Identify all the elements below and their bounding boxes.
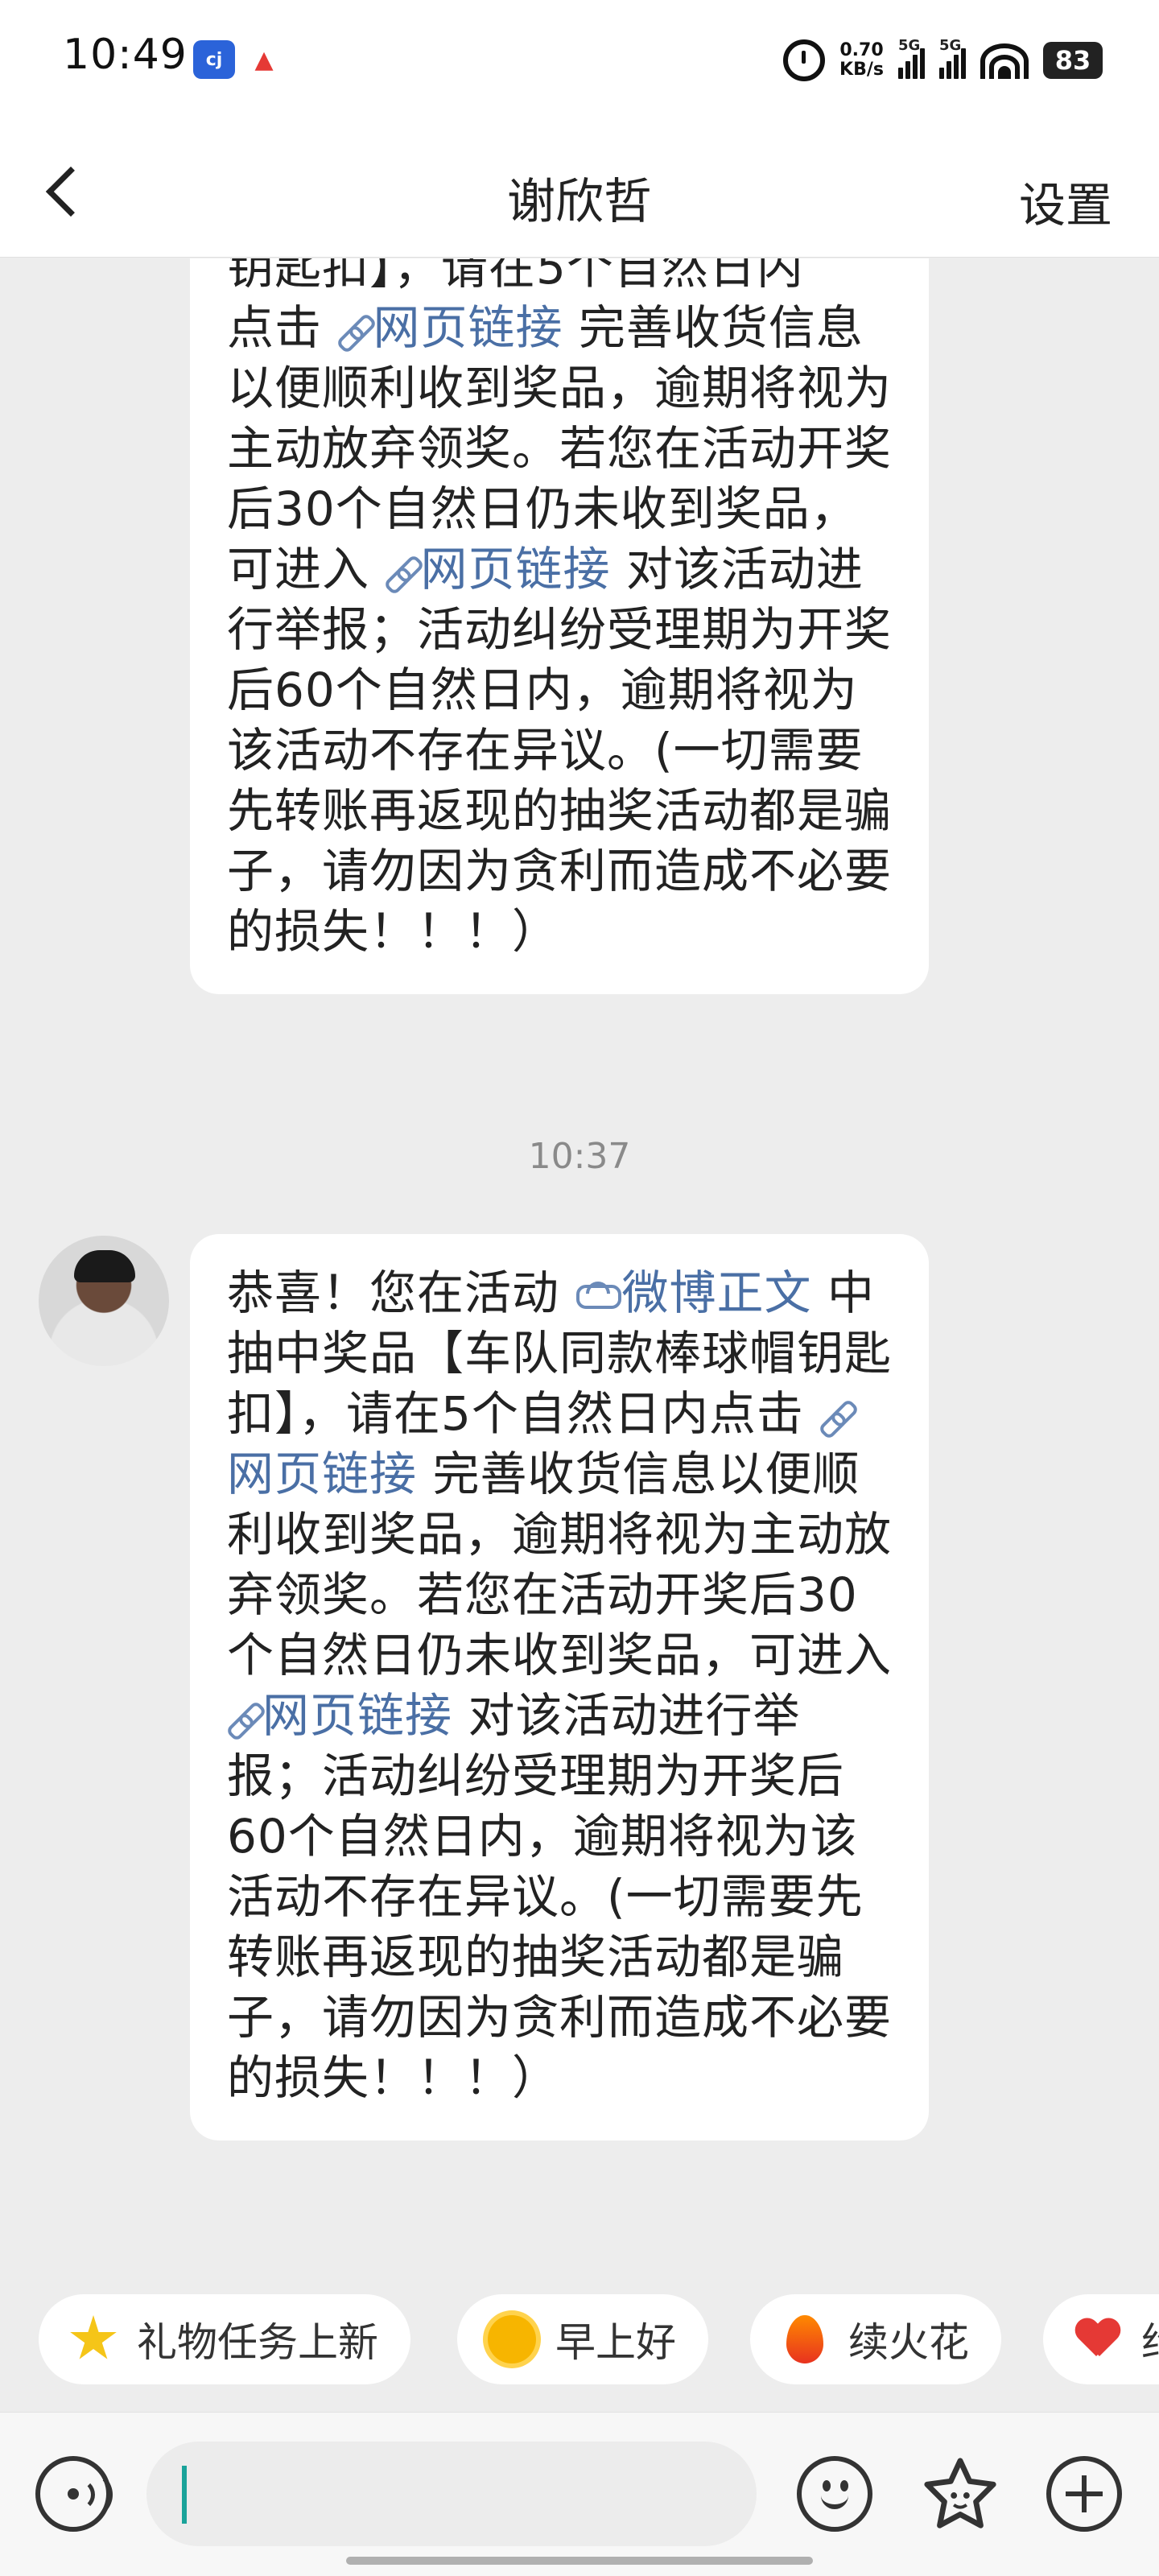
fire-icon xyxy=(779,2314,831,2365)
quick-reply-chip[interactable]: 续火花 xyxy=(750,2294,1001,2384)
voice-button[interactable] xyxy=(35,2456,113,2532)
status-bar: 10:49 cj ▲ 0.70 KB/s 5G 5G 83 xyxy=(0,0,1159,129)
app-notification-icon: ▲ xyxy=(243,40,285,79)
message-bubble[interactable]: 钥匙扣】，请在5个自然日内 点击 网页链接 完善收货信息以便顺利收到奖品，逾期将… xyxy=(190,258,929,994)
alarm-icon xyxy=(783,39,826,81)
home-indicator[interactable] xyxy=(346,2557,813,2565)
quick-reply-bar: 礼物任务上新 早上好 续火花 约 xyxy=(0,2294,1159,2388)
heart-icon xyxy=(1072,2314,1124,2365)
star-icon xyxy=(68,2314,119,2365)
wifi-icon xyxy=(980,42,1029,79)
link-icon xyxy=(385,556,417,588)
sticker-button[interactable] xyxy=(921,2454,1000,2533)
avatar[interactable] xyxy=(39,1236,169,1366)
web-link[interactable]: 网页链接 xyxy=(385,542,610,597)
weibo-post-link[interactable]: 微博正文 xyxy=(575,1265,811,1320)
chat-header: 谢欣哲 设置 xyxy=(0,129,1159,258)
message-text: 钥匙扣】，请在5个自然日内 xyxy=(227,258,804,295)
battery-icon: 83 xyxy=(1043,42,1103,79)
quick-reply-chip[interactable]: 早上好 xyxy=(457,2294,708,2384)
message-text: 点击 xyxy=(227,300,323,355)
link-icon xyxy=(819,1401,852,1433)
quick-reply-chip[interactable]: 礼物任务上新 xyxy=(39,2294,410,2384)
page-title: 谢欣哲 xyxy=(507,174,652,230)
message-list[interactable]: 钥匙扣】，请在5个自然日内 点击 网页链接 完善收货信息以便顺利收到奖品，逾期将… xyxy=(0,258,1159,2270)
cloud-icon xyxy=(575,1282,622,1311)
message-text: 恭喜！您在活动 xyxy=(227,1265,560,1320)
input-bar xyxy=(0,2412,1159,2576)
app-notification-icon: cj xyxy=(193,40,235,79)
sun-face-icon xyxy=(486,2314,538,2365)
signal-icon: 5G xyxy=(939,37,966,79)
link-icon xyxy=(337,315,369,347)
status-time: 10:49 xyxy=(63,31,188,79)
settings-button[interactable]: 设置 xyxy=(1019,167,1112,235)
quick-reply-chip[interactable]: 约 xyxy=(1043,2294,1159,2384)
link-icon xyxy=(227,1703,259,1735)
message-bubble[interactable]: 恭喜！您在活动 微博正文 中抽中奖品【车队同款棒球帽钥匙扣】，请在5个自然日内点… xyxy=(190,1234,929,2140)
voice-icon xyxy=(68,2471,113,2519)
web-link[interactable]: 网页链接 xyxy=(227,1688,452,1743)
network-speed: 0.70 KB/s xyxy=(839,40,884,80)
more-button[interactable] xyxy=(1046,2456,1122,2532)
emoji-icon xyxy=(821,2493,848,2509)
emoji-button[interactable] xyxy=(797,2456,872,2532)
message-text: 对该活动进行举报；活动纠纷受理期为开奖后60个自然日内，逾期将视为该活动不存在异… xyxy=(227,542,893,959)
message-text: 对该活动进行举报；活动纠纷受理期为开奖后60个自然日内，逾期将视为该活动不存在异… xyxy=(227,1688,893,2105)
web-link[interactable]: 网页链接 xyxy=(337,300,563,355)
text-cursor xyxy=(182,2466,187,2524)
message-timestamp: 10:37 xyxy=(528,1136,631,1177)
sticker-icon xyxy=(924,2458,996,2529)
signal-icon: 5G xyxy=(898,37,925,79)
message-input[interactable] xyxy=(146,2442,757,2546)
